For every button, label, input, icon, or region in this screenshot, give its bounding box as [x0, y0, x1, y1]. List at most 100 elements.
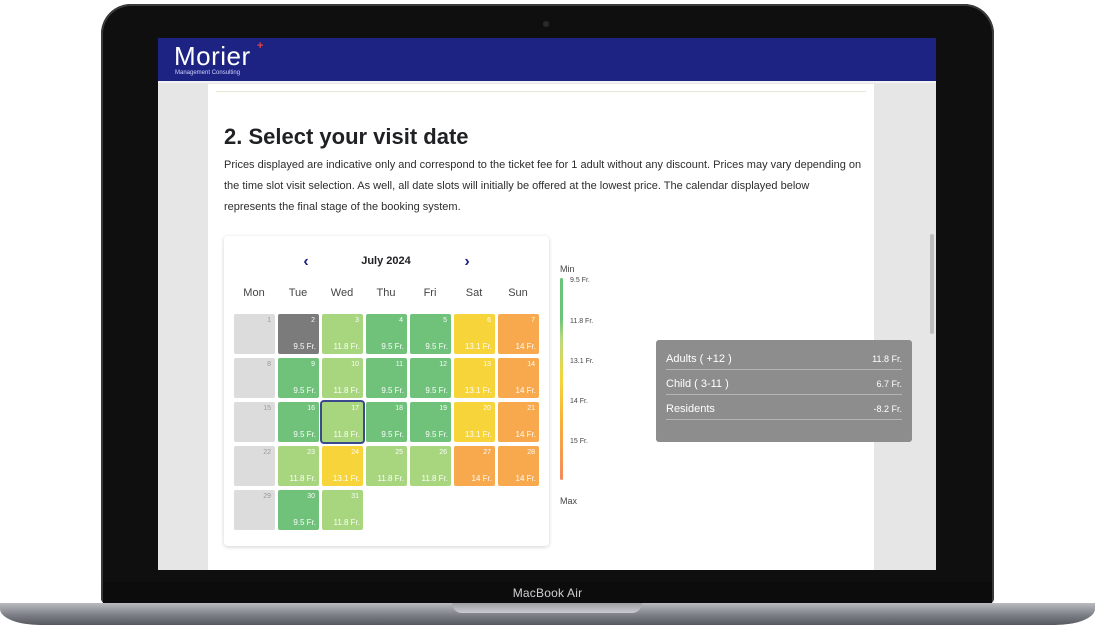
calendar-day[interactable]: 18 9.5 Fr.	[366, 402, 407, 442]
calendar-day[interactable]: 4 9.5 Fr.	[366, 314, 407, 354]
day-number: 15	[263, 405, 271, 412]
day-number: 26	[439, 449, 447, 456]
calendar-day[interactable]: 28 14 Fr.	[498, 446, 539, 486]
ticket-category-label: Adults ( +12 )	[666, 353, 732, 365]
day-number: 10	[351, 361, 359, 368]
calendar-day[interactable]: 2 9.5 Fr.	[278, 314, 319, 354]
legend-tick: 13.1 Fr.	[570, 358, 594, 365]
calendar-day[interactable]: 11 9.5 Fr.	[366, 358, 407, 398]
ticket-category-label: Residents	[666, 403, 715, 415]
ticket-category-label: Child ( 3-11 )	[666, 378, 729, 390]
day-number: 24	[351, 449, 359, 456]
calendar-day[interactable]: 20 13.1 Fr.	[454, 402, 495, 442]
day-price: 14 Fr.	[515, 474, 536, 483]
calendar-day: 29	[234, 490, 275, 530]
calendar-day[interactable]: 30 9.5 Fr.	[278, 490, 319, 530]
laptop-chin: MacBook Air	[103, 582, 992, 604]
legend-tick: 11.8 Fr.	[570, 318, 594, 325]
day-number: 3	[355, 317, 359, 324]
calendar-day[interactable]: 12 9.5 Fr.	[410, 358, 451, 398]
day-price: 9.5 Fr.	[293, 518, 316, 527]
calendar-day[interactable]: 27 14 Fr.	[454, 446, 495, 486]
brand-logo[interactable]: Morier	[174, 41, 251, 72]
price-summary-panel: Adults ( +12 ) 11.8 Fr. Child ( 3-11 ) 6.7 …	[656, 340, 912, 442]
day-price: 13.1 Fr.	[464, 342, 492, 351]
day-price: 9.5 Fr.	[293, 430, 316, 439]
ticket-category-price: 6.7 Fr.	[876, 379, 902, 389]
weekday-mon: Mon	[243, 287, 265, 299]
day-number: 8	[267, 361, 271, 368]
calendar-header: ‹ July 2024 ›	[224, 253, 549, 273]
day-number: 13	[483, 361, 491, 368]
day-number: 7	[531, 317, 535, 324]
calendar-day[interactable]: 7 14 Fr.	[498, 314, 539, 354]
day-number: 14	[527, 361, 535, 368]
calendar-day[interactable]: 5 9.5 Fr.	[410, 314, 451, 354]
calendar-day[interactable]: 16 9.5 Fr.	[278, 402, 319, 442]
day-number: 17	[351, 405, 359, 412]
calendar-day[interactable]: 17 11.8 Fr.	[322, 402, 363, 442]
calendar-day[interactable]: 31 11.8 Fr.	[322, 490, 363, 530]
summary-row: Residents -8.2 Fr.	[666, 400, 902, 420]
legend-min-label: Min	[560, 264, 575, 274]
day-number: 27	[483, 449, 491, 456]
day-price: 13.1 Fr.	[464, 430, 492, 439]
section-description: Prices displayed are indicative only and…	[224, 159, 862, 213]
calendar-day[interactable]: 23 11.8 Fr.	[278, 446, 319, 486]
calendar-day[interactable]: 21 14 Fr.	[498, 402, 539, 442]
day-price: 9.5 Fr.	[381, 342, 404, 351]
day-price: 13.1 Fr.	[332, 474, 360, 483]
calendar-day[interactable]: 3 11.8 Fr.	[322, 314, 363, 354]
ticket-category-price: -8.2 Fr.	[873, 404, 902, 414]
day-number: 2	[311, 317, 315, 324]
calendar-day[interactable]: 9 9.5 Fr.	[278, 358, 319, 398]
browser-viewport: Morier + Management Consulting 2. Select…	[158, 38, 936, 570]
calendar-day[interactable]: 24 13.1 Fr.	[322, 446, 363, 486]
weekday-sun: Sun	[508, 287, 528, 299]
calendar-day[interactable]: 6 13.1 Fr.	[454, 314, 495, 354]
day-number: 6	[487, 317, 491, 324]
calendar-day: 1	[234, 314, 275, 354]
summary-row: Adults ( +12 ) 11.8 Fr.	[666, 350, 902, 370]
day-price: 9.5 Fr.	[293, 386, 316, 395]
day-number: 28	[527, 449, 535, 456]
day-number: 22	[263, 449, 271, 456]
legend-tick: 14 Fr.	[570, 398, 588, 405]
calendar-day: 15	[234, 402, 275, 442]
day-number: 18	[395, 405, 403, 412]
laptop-notch	[452, 603, 642, 613]
calendar-day[interactable]: 19 9.5 Fr.	[410, 402, 451, 442]
day-price: 14 Fr.	[515, 386, 536, 395]
price-legend: Min Max 9.5 Fr. 11.8 Fr. 13.1 Fr. 14 Fr. 15 …	[558, 264, 618, 514]
legend-tick: 9.5 Fr.	[570, 277, 590, 284]
date-picker: ‹ July 2024 › Mon Tue Wed Thu Fri Sat Sun 1 2 9.…	[224, 236, 549, 546]
day-number: 1	[267, 317, 271, 324]
day-price: 9.5 Fr.	[381, 430, 404, 439]
day-price: 9.5 Fr.	[425, 386, 448, 395]
day-price: 13.1 Fr.	[464, 386, 492, 395]
day-number: 19	[439, 405, 447, 412]
booking-section: 2. Select your visit date Prices display…	[208, 84, 912, 570]
camera-dot	[543, 21, 549, 27]
day-price: 9.5 Fr.	[293, 342, 316, 351]
day-number: 30	[307, 493, 315, 500]
calendar-day[interactable]: 10 11.8 Fr.	[322, 358, 363, 398]
calendar-day: 22	[234, 446, 275, 486]
day-price: 14 Fr.	[471, 474, 492, 483]
scrollbar-thumb[interactable]	[930, 234, 934, 334]
calendar-day[interactable]: 14 14 Fr.	[498, 358, 539, 398]
day-number: 29	[263, 493, 271, 500]
day-number: 4	[399, 317, 403, 324]
calendar-day[interactable]: 26 11.8 Fr.	[410, 446, 451, 486]
calendar-day[interactable]: 13 13.1 Fr.	[454, 358, 495, 398]
section-title: 2. Select your visit date	[224, 124, 469, 149]
day-price: 14 Fr.	[515, 342, 536, 351]
calendar-day[interactable]: 25 11.8 Fr.	[366, 446, 407, 486]
chevron-right-icon[interactable]: ›	[457, 253, 477, 273]
weekday-sat: Sat	[465, 287, 483, 299]
day-price: 11.8 Fr.	[421, 474, 448, 483]
calendar-day: 8	[234, 358, 275, 398]
day-number: 20	[483, 405, 491, 412]
chevron-left-icon[interactable]: ‹	[296, 253, 316, 273]
legend-gradient-bar	[560, 278, 563, 480]
